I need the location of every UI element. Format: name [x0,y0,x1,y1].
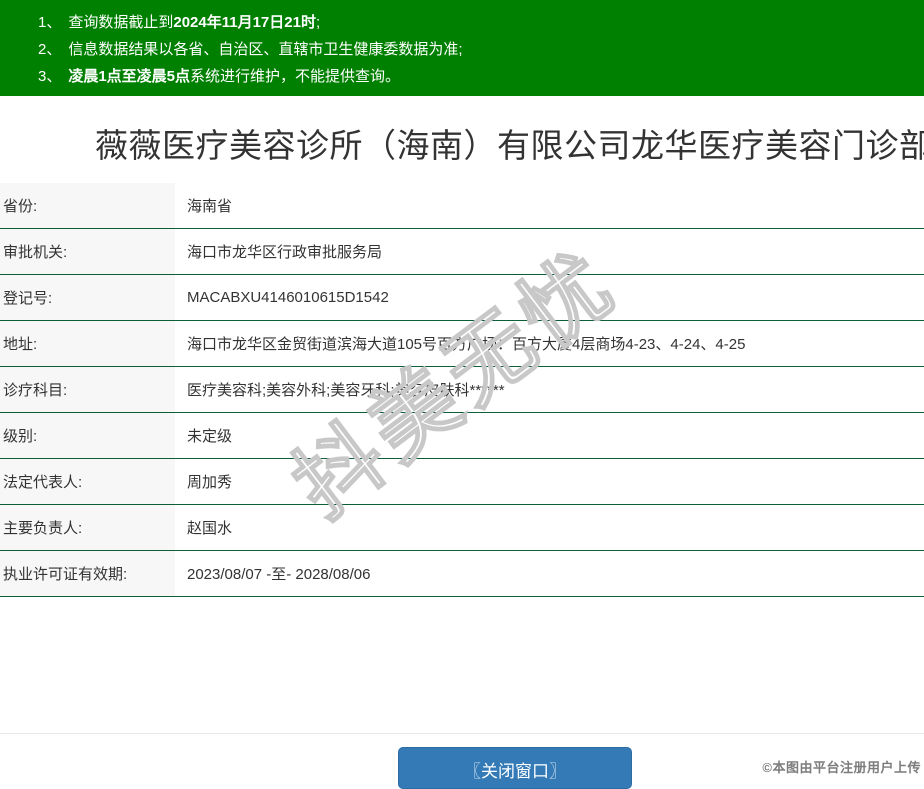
notice-item-1: 1、查询数据截止到2024年11月17日21时; [38,9,914,36]
notice-item-2: 2、信息数据结果以各省、自治区、直辖市卫生健康委数据为准; [38,36,914,63]
table-row-legal-representative: 法定代表人: 周加秀 [0,459,924,505]
page-title: 薇薇医疗美容诊所（海南）有限公司龙华医疗美容门诊部 [95,119,924,167]
row-value: MACABXU4146010615D1542 [175,275,924,320]
notice-number: 2、 [38,41,61,58]
notice-text: 查询数据截止到 [68,14,173,31]
row-label: 登记号: [0,275,175,320]
bottom-divider [0,733,924,734]
row-value: 2023/08/07 -至- 2028/08/06 [175,551,924,596]
license-info-table: 省份: 海南省 审批机关: 海口市龙华区行政审批服务局 登记号: MACABXU… [0,183,924,597]
table-row-treatment-subjects: 诊疗科目: 医疗美容科;美容外科;美容牙科;美容皮肤科****** [0,367,924,413]
row-label: 级别: [0,413,175,458]
notice-text-bold: 凌晨1点至凌晨5点 [68,68,190,85]
notice-banner: 1、查询数据截止到2024年11月17日21时; 2、信息数据结果以各省、自治区… [0,0,924,96]
row-value: 海南省 [175,183,924,228]
row-label: 法定代表人: [0,459,175,504]
row-value: 赵国水 [175,505,924,550]
row-label: 诊疗科目: [0,367,175,412]
notice-text-bold: 2024年11月17日21时 [173,14,316,31]
table-row-province: 省份: 海南省 [0,183,924,229]
close-window-button[interactable]: 〖关闭窗口〗 [398,747,632,789]
table-row-license-validity: 执业许可证有效期: 2023/08/07 -至- 2028/08/06 [0,551,924,597]
notice-number: 1、 [38,14,61,31]
row-label: 执业许可证有效期: [0,551,175,596]
table-row-address: 地址: 海口市龙华区金贸街道滨海大道105号百方广场：百方大厦4层商场4-23、… [0,321,924,367]
notice-item-3: 3、凌晨1点至凌晨5点系统进行维护，不能提供查询。 [38,63,914,90]
row-value: 周加秀 [175,459,924,504]
notice-text: 系统进行维护，不能提供查询。 [190,68,400,85]
row-value: 未定级 [175,413,924,458]
upload-attribution: ©本图由平台注册用户上传 [762,757,921,776]
row-label: 省份: [0,183,175,228]
row-label: 主要负责人: [0,505,175,550]
row-value: 海口市龙华区金贸街道滨海大道105号百方广场：百方大厦4层商场4-23、4-24… [175,321,924,366]
notice-text: ; [316,14,320,31]
table-row-approval-authority: 审批机关: 海口市龙华区行政审批服务局 [0,229,924,275]
row-value: 海口市龙华区行政审批服务局 [175,229,924,274]
notice-text: 信息数据结果以各省、自治区、直辖市卫生健康委数据为准; [68,41,462,58]
table-row-registration-number: 登记号: MACABXU4146010615D1542 [0,275,924,321]
row-value: 医疗美容科;美容外科;美容牙科;美容皮肤科****** [175,367,924,412]
row-label: 地址: [0,321,175,366]
notice-number: 3、 [38,68,61,85]
table-row-principal: 主要负责人: 赵国水 [0,505,924,551]
table-row-level: 级别: 未定级 [0,413,924,459]
row-label: 审批机关: [0,229,175,274]
